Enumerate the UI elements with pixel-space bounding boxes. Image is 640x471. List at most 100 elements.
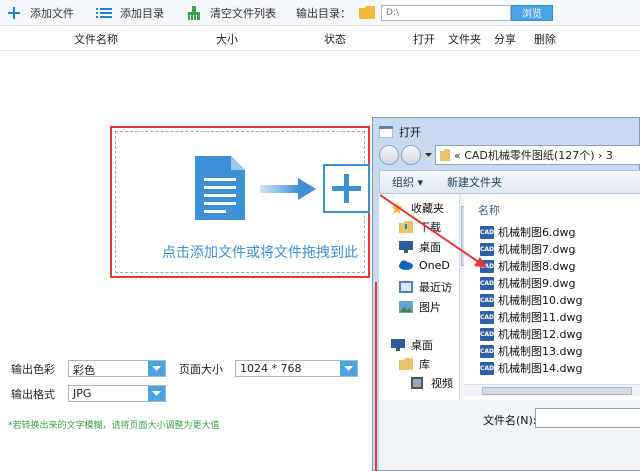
nav-item-label: 库 (419, 358, 430, 371)
nav-item-label: 下载 (419, 221, 441, 234)
nav-item-favorites[interactable]: 收藏夹 (391, 200, 444, 216)
forward-button[interactable] (401, 145, 421, 165)
nav-item-label: OneD (419, 259, 450, 272)
file-item[interactable]: CAD 机械制图8.dwg (480, 258, 575, 274)
nav-item-library[interactable]: 库 (399, 356, 430, 372)
folder-icon (440, 149, 450, 161)
star-icon (391, 202, 405, 214)
cad-file-icon: CAD (480, 327, 494, 341)
browse-button[interactable]: 浏览 (511, 4, 553, 21)
drop-area[interactable]: 点击添加文件或将文件拖拽到此 (110, 126, 370, 278)
color-select-value: 彩色 (73, 364, 95, 377)
file-item[interactable]: CAD 机械制图6.dwg (480, 224, 575, 240)
cad-file-icon: CAD (480, 242, 494, 256)
nav-item-label: 视频 (431, 377, 453, 390)
file-item[interactable]: CAD 机械制图7.dwg (480, 241, 575, 257)
chevron-down-icon[interactable] (148, 386, 165, 401)
format-label: 输出格式 (11, 388, 55, 401)
nav-item-label: 桌面 (411, 339, 433, 352)
new-folder-button[interactable]: 新建文件夹 (435, 174, 514, 190)
page-size-label: 页面大小 (179, 363, 223, 376)
back-button[interactable] (379, 145, 399, 165)
nav-item-recent[interactable]: 最近访 (399, 279, 452, 295)
page-size-select-value: 1024 * 768 (240, 362, 302, 375)
col-delete: 删除 (534, 32, 556, 46)
file-list-scrollbar[interactable] (464, 384, 640, 396)
nav-item-label: 最近访 (419, 281, 452, 294)
file-item[interactable]: CAD 机械制图10.dwg (480, 292, 582, 308)
cad-file-icon: CAD (480, 361, 494, 375)
nav-item-label: 桌面 (419, 241, 441, 254)
file-item[interactable]: CAD 机械制图12.dwg (480, 326, 582, 342)
clear-list-button[interactable]: 清空文件列表 (180, 0, 282, 26)
cad-file-icon: CAD (480, 293, 494, 307)
color-select[interactable]: 彩色 (68, 360, 166, 377)
download-folder-icon (399, 221, 413, 233)
folder-icon (359, 6, 375, 19)
nav-item-pictures[interactable]: 图片 (399, 299, 441, 315)
file-item[interactable]: CAD 机械制图9.dwg (480, 275, 575, 291)
format-select-value: JPG (73, 387, 92, 400)
scrollbar-thumb[interactable] (482, 387, 632, 395)
chevron-down-icon[interactable] (148, 361, 165, 376)
chevron-down-icon[interactable] (340, 361, 357, 376)
page-size-select[interactable]: 1024 * 768 (235, 360, 358, 377)
col-folder: 文件夹 (448, 32, 481, 46)
filename-input[interactable] (535, 408, 640, 428)
column-header-name[interactable]: 名称 (478, 202, 500, 218)
broom-icon (186, 5, 202, 21)
nav-item-downloads[interactable]: 下载 (399, 219, 441, 235)
library-icon (399, 358, 413, 370)
col-size[interactable]: 大小 (216, 31, 238, 47)
output-dir-input[interactable] (381, 4, 511, 21)
document-icon (195, 156, 245, 223)
address-bar[interactable]: « CAD机械零件图纸(127个) › 3 (435, 145, 640, 165)
add-file-label: 添加文件 (30, 6, 74, 20)
format-select[interactable]: JPG (68, 385, 166, 402)
file-name: 机械制图14.dwg (498, 362, 583, 375)
right-arrow-icon (260, 178, 316, 203)
hint-text: *若转换出来的文字模糊，请将页面大小调整为更大值 (8, 421, 220, 431)
file-list-header: 文件名称 大小 状态 打开 文件夹 分享 删除 (0, 27, 640, 51)
file-name: 机械制图8.dwg (498, 260, 576, 273)
open-file-dialog: 打开 « CAD机械零件图纸(127个) › 3 组织 ▾ 新建文件夹 收藏夹 … (372, 117, 640, 471)
col-share: 分享 (494, 32, 516, 46)
address-row: « CAD机械零件图纸(127个) › 3 (379, 144, 640, 166)
file-item[interactable]: CAD 机械制图13.dwg (480, 343, 582, 359)
navigation-pane: 收藏夹 下载 桌面 OneD 最近访 图片 桌面 库 视频 (379, 194, 469, 400)
toolbar: 添加文件 添加目录 清空文件列表 输出目录： 浏览 (0, 0, 640, 26)
recent-pages-icon[interactable] (423, 153, 433, 157)
cad-file-icon: CAD (480, 344, 494, 358)
nav-item-onedrive[interactable]: OneD (399, 259, 450, 272)
file-name: 机械制图7.dwg (498, 243, 576, 256)
plus-icon (6, 5, 22, 21)
nav-item-videos[interactable]: 视频 (411, 375, 453, 391)
file-name: 机械制图10.dwg (498, 294, 583, 307)
file-list-pane: 名称 CAD 机械制图6.dwg CAD 机械制图7.dwg CAD 机械制图8.dw… (464, 194, 640, 400)
add-folder-label: 添加目录 (120, 6, 164, 20)
col-file-name[interactable]: 文件名称 (74, 31, 118, 47)
file-name: 机械制图6.dwg (498, 226, 576, 239)
nav-item-desktop-root[interactable]: 桌面 (391, 337, 433, 353)
file-item[interactable]: CAD 机械制图11.dwg (480, 309, 582, 325)
nav-item-label: 图片 (419, 301, 441, 314)
organize-button[interactable]: 组织 ▾ (380, 174, 435, 190)
video-icon (411, 377, 425, 389)
add-folder-button[interactable]: 添加目录 (90, 0, 170, 26)
dialog-title-bar: 打开 (378, 124, 421, 140)
cad-file-icon: CAD (480, 225, 494, 239)
col-open: 打开 (413, 32, 435, 46)
add-file-button[interactable]: 添加文件 (0, 0, 80, 26)
desktop-icon (391, 339, 405, 351)
color-label: 输出色彩 (11, 363, 55, 376)
drop-area-text: 点击添加文件或将文件拖拽到此 (162, 245, 358, 261)
filename-label: 文件名(N): (483, 414, 537, 427)
command-bar: 组织 ▾ 新建文件夹 (379, 170, 640, 194)
breadcrumb[interactable]: « CAD机械零件图纸(127个) › 3 (454, 147, 613, 163)
file-item[interactable]: CAD 机械制图14.dwg (480, 360, 582, 376)
clear-list-label: 清空文件列表 (210, 6, 276, 20)
file-name: 机械制图12.dwg (498, 328, 583, 341)
col-status[interactable]: 状态 (324, 31, 346, 47)
desktop-icon (399, 241, 413, 253)
nav-item-desktop[interactable]: 桌面 (399, 239, 441, 255)
